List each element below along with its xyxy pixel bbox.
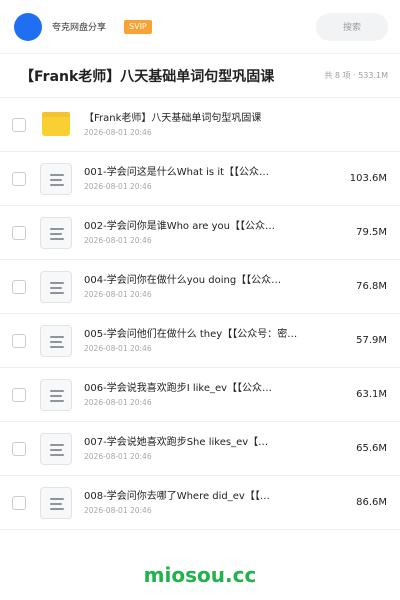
share-title-bar: 【Frank老师】八天基础单词句型巩固课 共 8 项 · 533.1M — [0, 54, 400, 98]
file-size: 86.6M — [356, 497, 387, 508]
avatar[interactable] — [14, 12, 42, 41]
svip-badge: SVIP — [124, 19, 152, 34]
file-size: 103.6M — [349, 173, 387, 184]
file-row[interactable]: 007-学会说她喜欢跑步She likes_ev【… 2026-08-01 20… — [0, 422, 400, 476]
row-checkbox[interactable] — [12, 333, 26, 348]
file-size: 79.5M — [356, 227, 387, 238]
file-name: 001-学会问这是什么What is it【【公众… — [84, 166, 270, 178]
file-row[interactable]: 001-学会问这是什么What is it【【公众… 2026-08-01 20… — [0, 152, 400, 206]
brand-label: 夸克网盘分享 — [52, 23, 107, 33]
file-name: 006-学会说我喜欢跑步I like_ev【【公众… — [84, 382, 273, 394]
file-date: 2026-08-01 20:46 — [84, 235, 152, 245]
document-icon — [40, 378, 72, 411]
file-name: 【Frank老师】八天基础单词句型巩固课 — [84, 112, 262, 124]
row-checkbox[interactable] — [12, 387, 26, 402]
file-name: 005-学会问他们在做什么 they【【公众号：密… — [84, 328, 298, 340]
search-button[interactable]: 搜索 — [316, 12, 388, 41]
file-row-folder[interactable]: 【Frank老师】八天基础单词句型巩固课 2026-08-01 20:46 — [0, 98, 400, 152]
file-size: 57.9M — [356, 335, 387, 346]
document-icon — [40, 432, 72, 465]
file-size: 76.8M — [356, 281, 387, 292]
row-checkbox[interactable] — [12, 171, 26, 186]
file-list: 【Frank老师】八天基础单词句型巩固课 2026-08-01 20:46 00… — [0, 98, 400, 530]
item-count-size: 共 8 项 · 533.1M — [324, 71, 388, 80]
document-icon — [40, 486, 72, 519]
file-date: 2026-08-01 20:46 — [84, 397, 152, 407]
document-icon — [40, 162, 72, 195]
file-row[interactable]: 006-学会说我喜欢跑步I like_ev【【公众… 2026-08-01 20… — [0, 368, 400, 422]
row-checkbox[interactable] — [12, 495, 26, 510]
file-row[interactable]: 004-学会问你在做什么you doing【【公众… 2026-08-01 20… — [0, 260, 400, 314]
file-date: 2026-08-01 20:46 — [84, 181, 152, 191]
file-size: 65.6M — [356, 443, 387, 454]
document-icon — [40, 216, 72, 249]
file-date: 2026-08-01 20:46 — [84, 451, 152, 461]
row-checkbox[interactable] — [12, 117, 26, 132]
document-icon — [40, 324, 72, 357]
row-checkbox[interactable] — [12, 279, 26, 294]
row-checkbox[interactable] — [12, 441, 26, 456]
file-name: 002-学会问你是谁Who are you【【公众… — [84, 220, 275, 232]
file-size: 63.1M — [356, 389, 387, 400]
watermark: miosou.cc — [143, 563, 257, 587]
file-name: 008-学会问你去哪了Where did_ev【【… — [84, 490, 270, 502]
top-bar: 夸克网盘分享 SVIP 搜索 — [0, 0, 400, 54]
folder-icon — [40, 109, 72, 141]
file-date: 2026-08-01 20:46 — [84, 505, 152, 515]
row-checkbox[interactable] — [12, 225, 26, 240]
file-row[interactable]: 002-学会问你是谁Who are you【【公众… 2026-08-01 20… — [0, 206, 400, 260]
file-name: 007-学会说她喜欢跑步She likes_ev【… — [84, 436, 269, 448]
document-icon — [40, 270, 72, 303]
file-name: 004-学会问你在做什么you doing【【公众… — [84, 274, 282, 286]
page-title: 【Frank老师】八天基础单词句型巩固课 — [20, 68, 275, 85]
file-row[interactable]: 008-学会问你去哪了Where did_ev【【… 2026-08-01 20… — [0, 476, 400, 530]
file-date: 2026-08-01 20:46 — [84, 289, 152, 299]
file-row[interactable]: 005-学会问他们在做什么 they【【公众号：密… 2026-08-01 20… — [0, 314, 400, 368]
file-date: 2026-08-01 20:46 — [84, 127, 152, 137]
file-date: 2026-08-01 20:46 — [84, 343, 152, 353]
